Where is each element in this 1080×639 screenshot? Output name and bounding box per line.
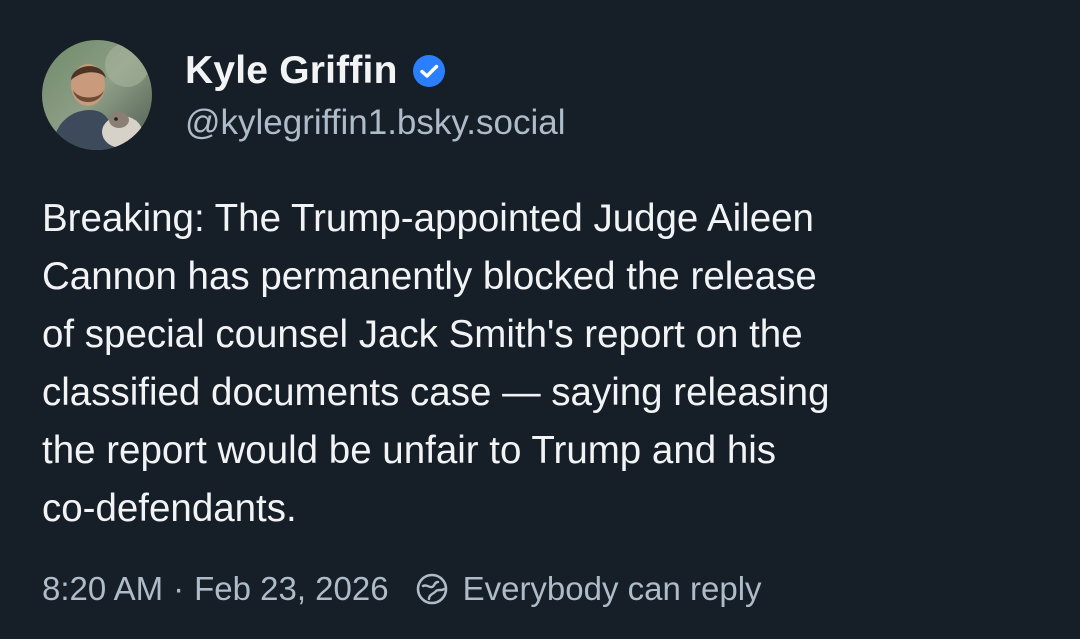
avatar-photo bbox=[42, 40, 152, 150]
display-name-row: Kyle Griffin bbox=[185, 48, 446, 94]
post-text-line: the report would be unfair to Trump and … bbox=[42, 429, 777, 472]
post-text-line: co-defendants. bbox=[42, 487, 297, 530]
user-handle[interactable]: @kylegriffin1.bsky.social bbox=[185, 103, 566, 143]
post-card: Kyle Griffin @kylegriffin1.bsky.social B… bbox=[0, 0, 1080, 639]
display-name[interactable]: Kyle Griffin bbox=[185, 49, 398, 93]
globe-reply-icon bbox=[415, 572, 449, 606]
post-date[interactable]: Feb 23, 2026 bbox=[194, 570, 389, 608]
post-time[interactable]: 8:20 AM bbox=[42, 570, 163, 608]
post-text-line: Breaking: The Trump-appointed Judge Aile… bbox=[42, 197, 814, 240]
avatar[interactable] bbox=[42, 40, 152, 150]
post-text: Breaking: The Trump-appointed Judge Aile… bbox=[42, 190, 1052, 538]
meta-separator: · bbox=[173, 570, 185, 607]
post-text-line: of special counsel Jack Smith's report o… bbox=[42, 313, 803, 356]
post-text-line: Cannon has permanently blocked the relea… bbox=[42, 255, 817, 298]
post-meta: 8:20 AM · Feb 23, 2026 Everybody can rep… bbox=[42, 566, 762, 612]
post-text-line: classified documents case — saying relea… bbox=[42, 371, 830, 414]
verified-check-icon[interactable] bbox=[412, 54, 446, 88]
reply-setting[interactable]: Everybody can reply bbox=[463, 570, 762, 608]
